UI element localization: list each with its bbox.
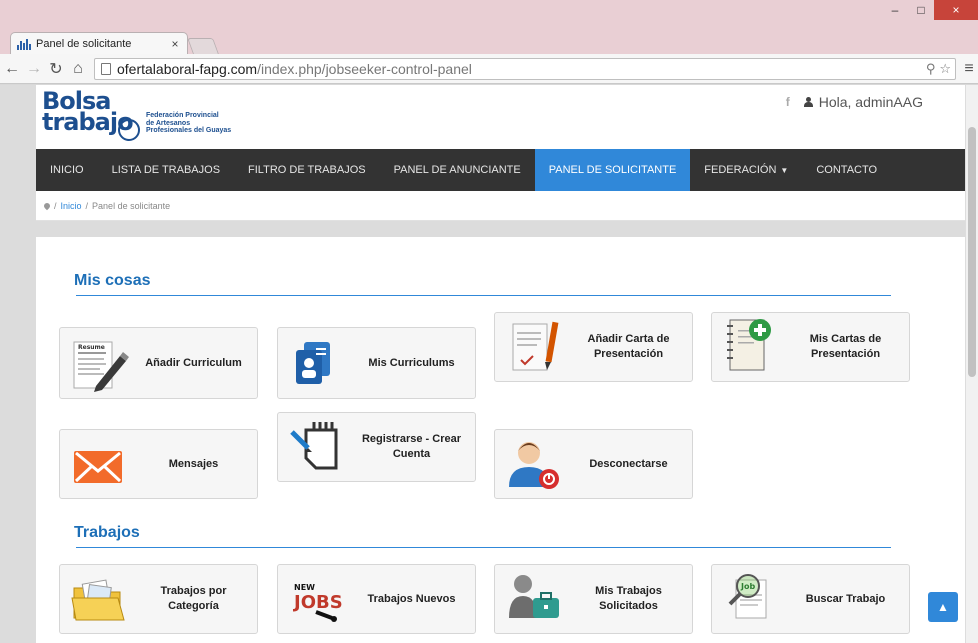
reload-button[interactable]: ↻ bbox=[46, 58, 66, 80]
section-divider bbox=[76, 547, 891, 548]
page-scrollbar[interactable] bbox=[965, 85, 978, 643]
card-label: Buscar Trabajo bbox=[805, 592, 886, 605]
user-logout-icon bbox=[503, 433, 565, 495]
site-favicon-icon bbox=[17, 38, 31, 50]
home-button[interactable]: ⌂ bbox=[68, 58, 88, 80]
facebook-icon[interactable]: f bbox=[786, 95, 790, 109]
envelope-icon bbox=[68, 433, 130, 495]
bookmark-star-icon[interactable]: ☆ bbox=[939, 61, 951, 77]
scrollbar-thumb[interactable] bbox=[968, 127, 976, 377]
clipboard-pen-icon bbox=[286, 416, 348, 478]
worker-briefcase-icon bbox=[503, 568, 565, 630]
job-search-icon: Job bbox=[720, 568, 782, 630]
breadcrumb-separator: / bbox=[85, 200, 89, 211]
user-icon bbox=[803, 97, 813, 107]
card-label: Desconectarse bbox=[589, 457, 668, 470]
card-label: Mis Curriculums bbox=[368, 356, 455, 369]
card-label: Trabajos Nuevos bbox=[367, 592, 456, 605]
card-desconectarse[interactable]: Desconectarse bbox=[494, 429, 693, 499]
user-greeting[interactable]: Hola, adminAAG bbox=[819, 94, 923, 110]
new-jobs-icon-jobs-text: JOBS bbox=[292, 592, 343, 613]
zoom-icon[interactable]: ⚲ bbox=[926, 61, 936, 77]
card-registrarse[interactable]: Registrarse - Crear Cuenta bbox=[277, 412, 476, 482]
browser-menu-icon[interactable]: ≡ bbox=[960, 60, 978, 78]
logo-ring-icon bbox=[118, 119, 140, 141]
nav-lista-de-trabajos[interactable]: LISTA DE TRABAJOS bbox=[98, 149, 234, 191]
nav-inicio[interactable]: INICIO bbox=[36, 149, 98, 191]
resume-icon-text: Resume bbox=[78, 344, 105, 351]
new-tab-button[interactable] bbox=[187, 38, 219, 54]
card-anadir-carta[interactable]: Añadir Carta de Presentación bbox=[494, 312, 693, 382]
new-jobs-icon: NEW JOBS bbox=[286, 568, 348, 630]
nav-filtro-de-trabajos[interactable]: FILTRO DE TRABAJOS bbox=[234, 149, 380, 191]
job-search-icon-text: Job bbox=[740, 582, 755, 591]
section-title-mis-cosas: Mis cosas bbox=[74, 272, 151, 289]
url-input[interactable]: ofertalaboral-fapg.com/index.php/jobseek… bbox=[94, 57, 956, 80]
card-label: Añadir Curriculum bbox=[145, 356, 242, 369]
main-content: Mis cosas Resume Añadir Curriculum Mis C… bbox=[36, 237, 965, 643]
site-logo[interactable]: Bolsa trabajo Federación Provincial de Ar… bbox=[42, 89, 282, 147]
card-label: Mis Trabajos Solicitados bbox=[595, 585, 662, 612]
card-trabajos-nuevos[interactable]: NEW JOBS Trabajos Nuevos bbox=[277, 564, 476, 634]
card-mensajes[interactable]: Mensajes bbox=[59, 429, 258, 499]
id-cards-icon bbox=[286, 332, 348, 394]
section-divider bbox=[76, 295, 891, 296]
close-window-button[interactable]: × bbox=[934, 0, 978, 20]
map-pin-icon bbox=[42, 201, 52, 210]
logo-sub-line2: de Artesanos bbox=[146, 119, 191, 127]
address-bar: ← → ↻ ⌂ ofertalaboral-fapg.com/index.php… bbox=[0, 54, 978, 84]
card-mis-curriculums[interactable]: Mis Curriculums bbox=[277, 327, 476, 399]
user-area: f Hola, adminAAG bbox=[786, 94, 923, 110]
logo-sub-line1: Federación Provincial bbox=[146, 112, 219, 119]
tab-title: Panel de solicitante bbox=[36, 37, 132, 50]
browser-titlebar: Panel de solicitante × – □ × bbox=[0, 0, 978, 54]
nav-panel-de-solicitante[interactable]: PANEL DE SOLICITANTE bbox=[534, 149, 691, 191]
card-trabajos-por-categoria[interactable]: Trabajos por Categoría bbox=[59, 564, 258, 634]
back-button[interactable]: ← bbox=[2, 58, 22, 80]
card-mis-cartas[interactable]: Mis Cartas de Presentación bbox=[711, 312, 910, 382]
url-path: /index.php/jobseeker-control-panel bbox=[257, 60, 472, 77]
url-domain: ofertalaboral-fapg.com bbox=[117, 60, 258, 77]
minimize-button[interactable]: – bbox=[882, 0, 908, 20]
maximize-button[interactable]: □ bbox=[908, 0, 934, 20]
chevron-up-icon: ▲ bbox=[937, 600, 949, 614]
card-buscar-trabajo[interactable]: Job Buscar Trabajo bbox=[711, 564, 910, 634]
back-to-top-button[interactable]: ▲ bbox=[928, 592, 958, 622]
card-label: Mensajes bbox=[168, 457, 219, 470]
card-label: Registrarse - Crear Cuenta bbox=[361, 433, 462, 460]
breadcrumb-separator: / bbox=[54, 200, 57, 211]
site-header: Bolsa trabajo Federación Provincial de Ar… bbox=[36, 85, 965, 149]
caret-down-icon: ▼ bbox=[780, 165, 789, 175]
breadcrumb-home-link[interactable]: Inicio bbox=[61, 201, 82, 211]
breadcrumb: / Inicio / Panel de solicitante bbox=[36, 191, 965, 221]
main-navbar: INICIO LISTA DE TRABAJOS FILTRO DE TRABA… bbox=[36, 149, 965, 191]
card-label: Añadir Carta de Presentación bbox=[587, 333, 670, 360]
breadcrumb-current: Panel de solicitante bbox=[92, 200, 171, 211]
card-label: Trabajos por Categoría bbox=[160, 585, 227, 612]
card-label: Mis Cartas de Presentación bbox=[809, 333, 882, 360]
folder-icon bbox=[68, 568, 130, 630]
forward-button[interactable]: → bbox=[24, 58, 44, 80]
page-icon bbox=[101, 62, 111, 75]
nav-contacto[interactable]: CONTACTO bbox=[802, 149, 891, 191]
resume-icon: Resume bbox=[68, 332, 130, 394]
nav-panel-de-anunciante[interactable]: PANEL DE ANUNCIANTE bbox=[380, 149, 535, 191]
letter-pen-icon bbox=[503, 316, 565, 378]
new-jobs-icon-new-text: NEW bbox=[294, 583, 315, 592]
nav-federacion-label: FEDERACIÓN bbox=[704, 164, 777, 176]
notebook-add-icon bbox=[720, 316, 782, 378]
section-title-trabajos: Trabajos bbox=[74, 524, 140, 541]
card-anadir-curriculum[interactable]: Resume Añadir Curriculum bbox=[59, 327, 258, 399]
browser-tab[interactable]: Panel de solicitante × bbox=[10, 32, 188, 54]
nav-federacion[interactable]: FEDERACIÓN ▼ bbox=[690, 149, 802, 191]
logo-sub-line3: Profesionales del Guayas bbox=[146, 127, 232, 134]
tab-close-icon[interactable]: × bbox=[169, 37, 181, 51]
card-mis-trabajos[interactable]: Mis Trabajos Solicitados bbox=[494, 564, 693, 634]
page-viewport: Bolsa trabajo Federación Provincial de Ar… bbox=[0, 85, 965, 643]
